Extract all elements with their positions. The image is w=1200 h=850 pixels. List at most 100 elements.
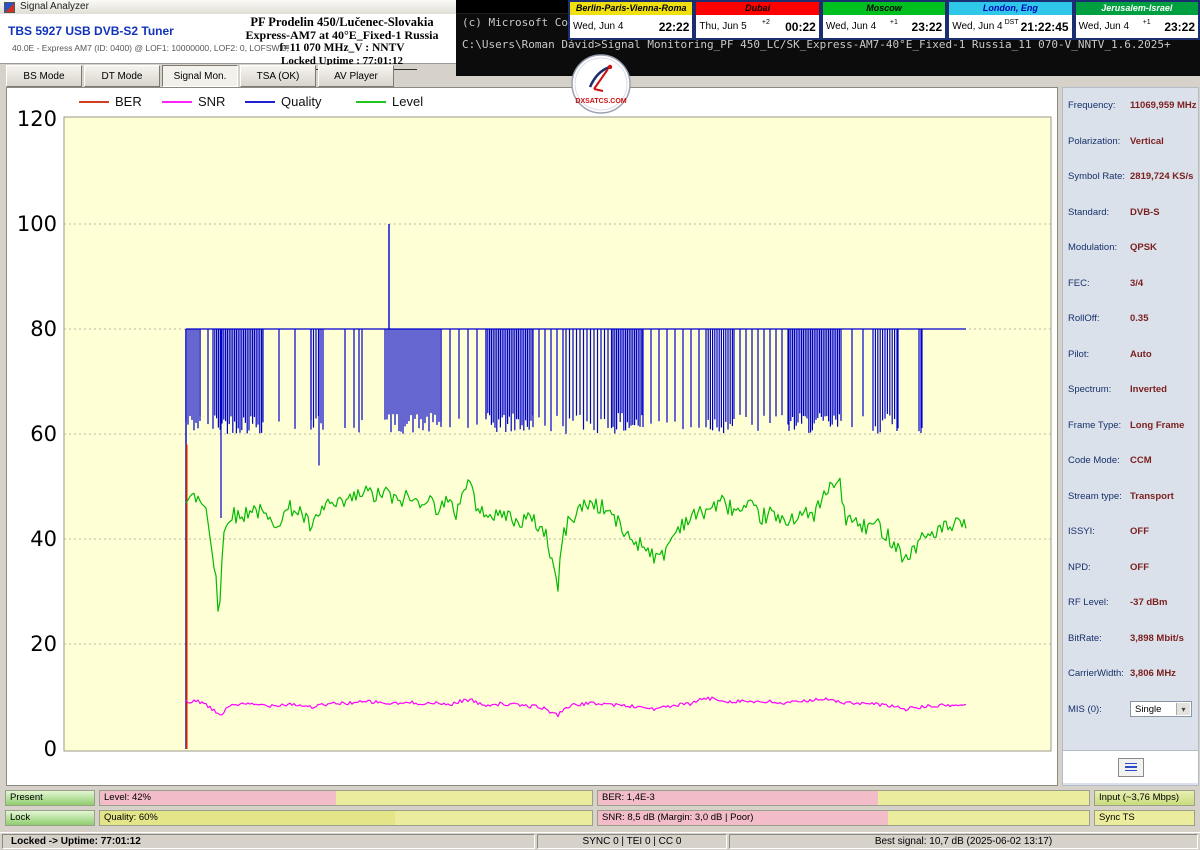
param-row-rf-level: RF Level:-37 dBm [1063, 585, 1198, 621]
clock-london-eng: London, EngWed, Jun 4DST21:22:45 [947, 0, 1073, 40]
y-tick-label: 0 [44, 737, 57, 761]
param-row-mis-0: MIS (0):Single▾ [1063, 692, 1198, 728]
site-header: PF Prodelin 450/Lučenec-Slovakia Express… [228, 15, 456, 70]
app-icon [4, 2, 15, 13]
input-rate-cell: Input (~3,76 Mbps) [1094, 790, 1195, 806]
param-label: Stream type: [1068, 491, 1130, 502]
param-value: QPSK [1130, 242, 1157, 253]
quality-label: Quality: 60% [100, 812, 158, 823]
parameter-sidebar: Frequency:11069,959 MHzPolarization:Vert… [1062, 87, 1199, 786]
level-label: Level: 42% [100, 792, 151, 803]
header-strip: TBS 5927 USB DVB-S2 Tuner 40.0E - Expres… [0, 14, 456, 64]
clock-time: 00:22 [785, 20, 816, 34]
sidebar-footer [1063, 750, 1198, 783]
param-label: NPD: [1068, 562, 1130, 573]
tuner-name: TBS 5927 USB DVB-S2 Tuner [8, 24, 174, 38]
param-row-symbol-rate: Symbol Rate:2819,724 KS/s [1063, 159, 1198, 195]
clock-body: Wed, Jun 422:22 [570, 15, 692, 38]
legend-label-ber: BER [115, 94, 142, 109]
clock-date: Wed, Jun 4 [573, 21, 623, 32]
ber-label: BER: 1,4E-3 [598, 792, 655, 803]
param-value: DVB-S [1130, 207, 1160, 218]
clock-date: Wed, Jun 4 [826, 21, 876, 32]
clock-body: Wed, Jun 4DST21:22:45 [949, 15, 1071, 38]
clock-city-label: Jerusalem-Israel [1076, 2, 1198, 15]
present-status-cell: Present [5, 790, 95, 806]
clock-utc-offset: DST [1005, 19, 1019, 26]
sync-ts-label: Sync TS [1099, 812, 1135, 823]
param-label: Code Mode: [1068, 455, 1130, 466]
clock-body: Thu, Jun 5 +2 00:22 [696, 15, 818, 38]
param-value: 2819,724 KS/s [1130, 171, 1193, 182]
y-tick-label: 60 [30, 422, 57, 446]
y-tick-label: 20 [30, 632, 57, 656]
tab-signal-mon-[interactable]: Signal Mon. [162, 65, 238, 87]
param-value: CCM [1130, 455, 1152, 466]
y-tick-label: 40 [30, 527, 57, 551]
legend-label-snr: SNR [198, 94, 225, 109]
tab-av-player[interactable]: AV Player [318, 65, 394, 87]
param-value: 3,806 MHz [1130, 668, 1176, 679]
param-label: Pilot: [1068, 349, 1130, 360]
legend-label-quality: Quality [281, 94, 322, 109]
signal-analyzer-window: Signal Analyzer TBS 5927 USB DVB-S2 Tune… [0, 0, 1200, 850]
clock-time: 23:22 [912, 20, 943, 34]
clock-jerusalem-israel: Jerusalem-IsraelWed, Jun 4+123:22 [1074, 0, 1200, 40]
clock-utc-offset: +2 [762, 19, 770, 26]
clock-body: Wed, Jun 4 +1 23:22 [823, 15, 945, 38]
window-title: Signal Analyzer [20, 1, 89, 12]
tab-dt-mode[interactable]: DT Mode [84, 65, 160, 87]
param-value: Auto [1130, 349, 1152, 360]
plot-area [64, 117, 1051, 751]
clock-moscow: MoscowWed, Jun 4+123:22 [821, 0, 947, 40]
param-value: OFF [1130, 526, 1149, 537]
clock-date: Thu, Jun 5 [699, 21, 746, 32]
param-row-npd: NPD:OFF [1063, 550, 1198, 586]
world-clocks: Berlin-Paris-Vienna-RomaWed, Jun 422:22 D… [568, 0, 1200, 40]
clock-time: 23:22 [1164, 20, 1195, 34]
mis-select[interactable]: Single▾ [1130, 701, 1192, 717]
tab-bs-mode[interactable]: BS Mode [6, 65, 82, 87]
input-rate-label: Input (~3,76 Mbps) [1099, 792, 1179, 803]
param-value: OFF [1130, 562, 1149, 573]
param-label: Standard: [1068, 207, 1130, 218]
clock-utc-offset: +1 [890, 19, 898, 26]
param-row-frame-type: Frame Type:Long Frame [1063, 408, 1198, 444]
y-tick-label: 80 [30, 317, 57, 341]
param-value: Vertical [1130, 136, 1164, 147]
level-progress-bar: Level: 42% [99, 790, 593, 806]
param-row-modulation: Modulation:QPSK [1063, 230, 1198, 266]
param-value: Inverted [1130, 384, 1167, 395]
param-label: BitRate: [1068, 633, 1130, 644]
param-value: 3/4 [1130, 278, 1143, 289]
chart-panel: 020406080100120BERSNRQualityLevel [6, 87, 1058, 786]
statusbar-best-signal: Best signal: 10,7 dB (2025-06-02 13:17) [729, 834, 1198, 849]
param-value: -37 dBm [1130, 597, 1167, 608]
clock-berlin-paris-vienna-roma: Berlin-Paris-Vienna-RomaWed, Jun 422:22 [568, 0, 694, 40]
param-row-standard: Standard:DVB-S [1063, 195, 1198, 231]
param-value: Transport [1130, 491, 1174, 502]
lock-status-cell: Lock [5, 810, 95, 826]
param-row-pilot: Pilot:Auto [1063, 337, 1198, 373]
param-label: Frame Type: [1068, 420, 1130, 431]
tab-tsa-ok-[interactable]: TSA (OK) [240, 65, 316, 87]
signal-chart: 020406080100120BERSNRQualityLevel [7, 88, 1057, 785]
statusbar-sync: SYNC 0 | TEI 0 | CC 0 [537, 834, 727, 849]
param-label: MIS (0): [1068, 704, 1130, 715]
y-tick-label: 120 [17, 107, 57, 131]
chevron-down-icon: ▾ [1176, 703, 1190, 715]
list-icon-button[interactable] [1118, 758, 1144, 777]
param-value: 11069,959 MHz [1130, 100, 1197, 111]
snr-progress-bar: SNR: 8,5 dB (Margin: 3,0 dB | Poor) [597, 810, 1090, 826]
site-line3: f=11 070 MHz_V : NNTV [228, 42, 456, 55]
param-row-frequency: Frequency:11069,959 MHz [1063, 88, 1198, 124]
param-label: Spectrum: [1068, 384, 1130, 395]
logo-text: DXSATCS.COM [575, 98, 626, 105]
param-label: FEC: [1068, 278, 1130, 289]
y-tick-label: 100 [17, 212, 57, 236]
site-line1: PF Prodelin 450/Lučenec-Slovakia [228, 15, 456, 29]
param-row-fec: FEC:3/4 [1063, 266, 1198, 302]
clock-city-label: Berlin-Paris-Vienna-Roma [570, 2, 692, 15]
statusbar: Locked -> Uptime: 77:01:12 SYNC 0 | TEI … [0, 832, 1200, 850]
console-copyright-line: (c) Microsoft Co [462, 16, 568, 29]
